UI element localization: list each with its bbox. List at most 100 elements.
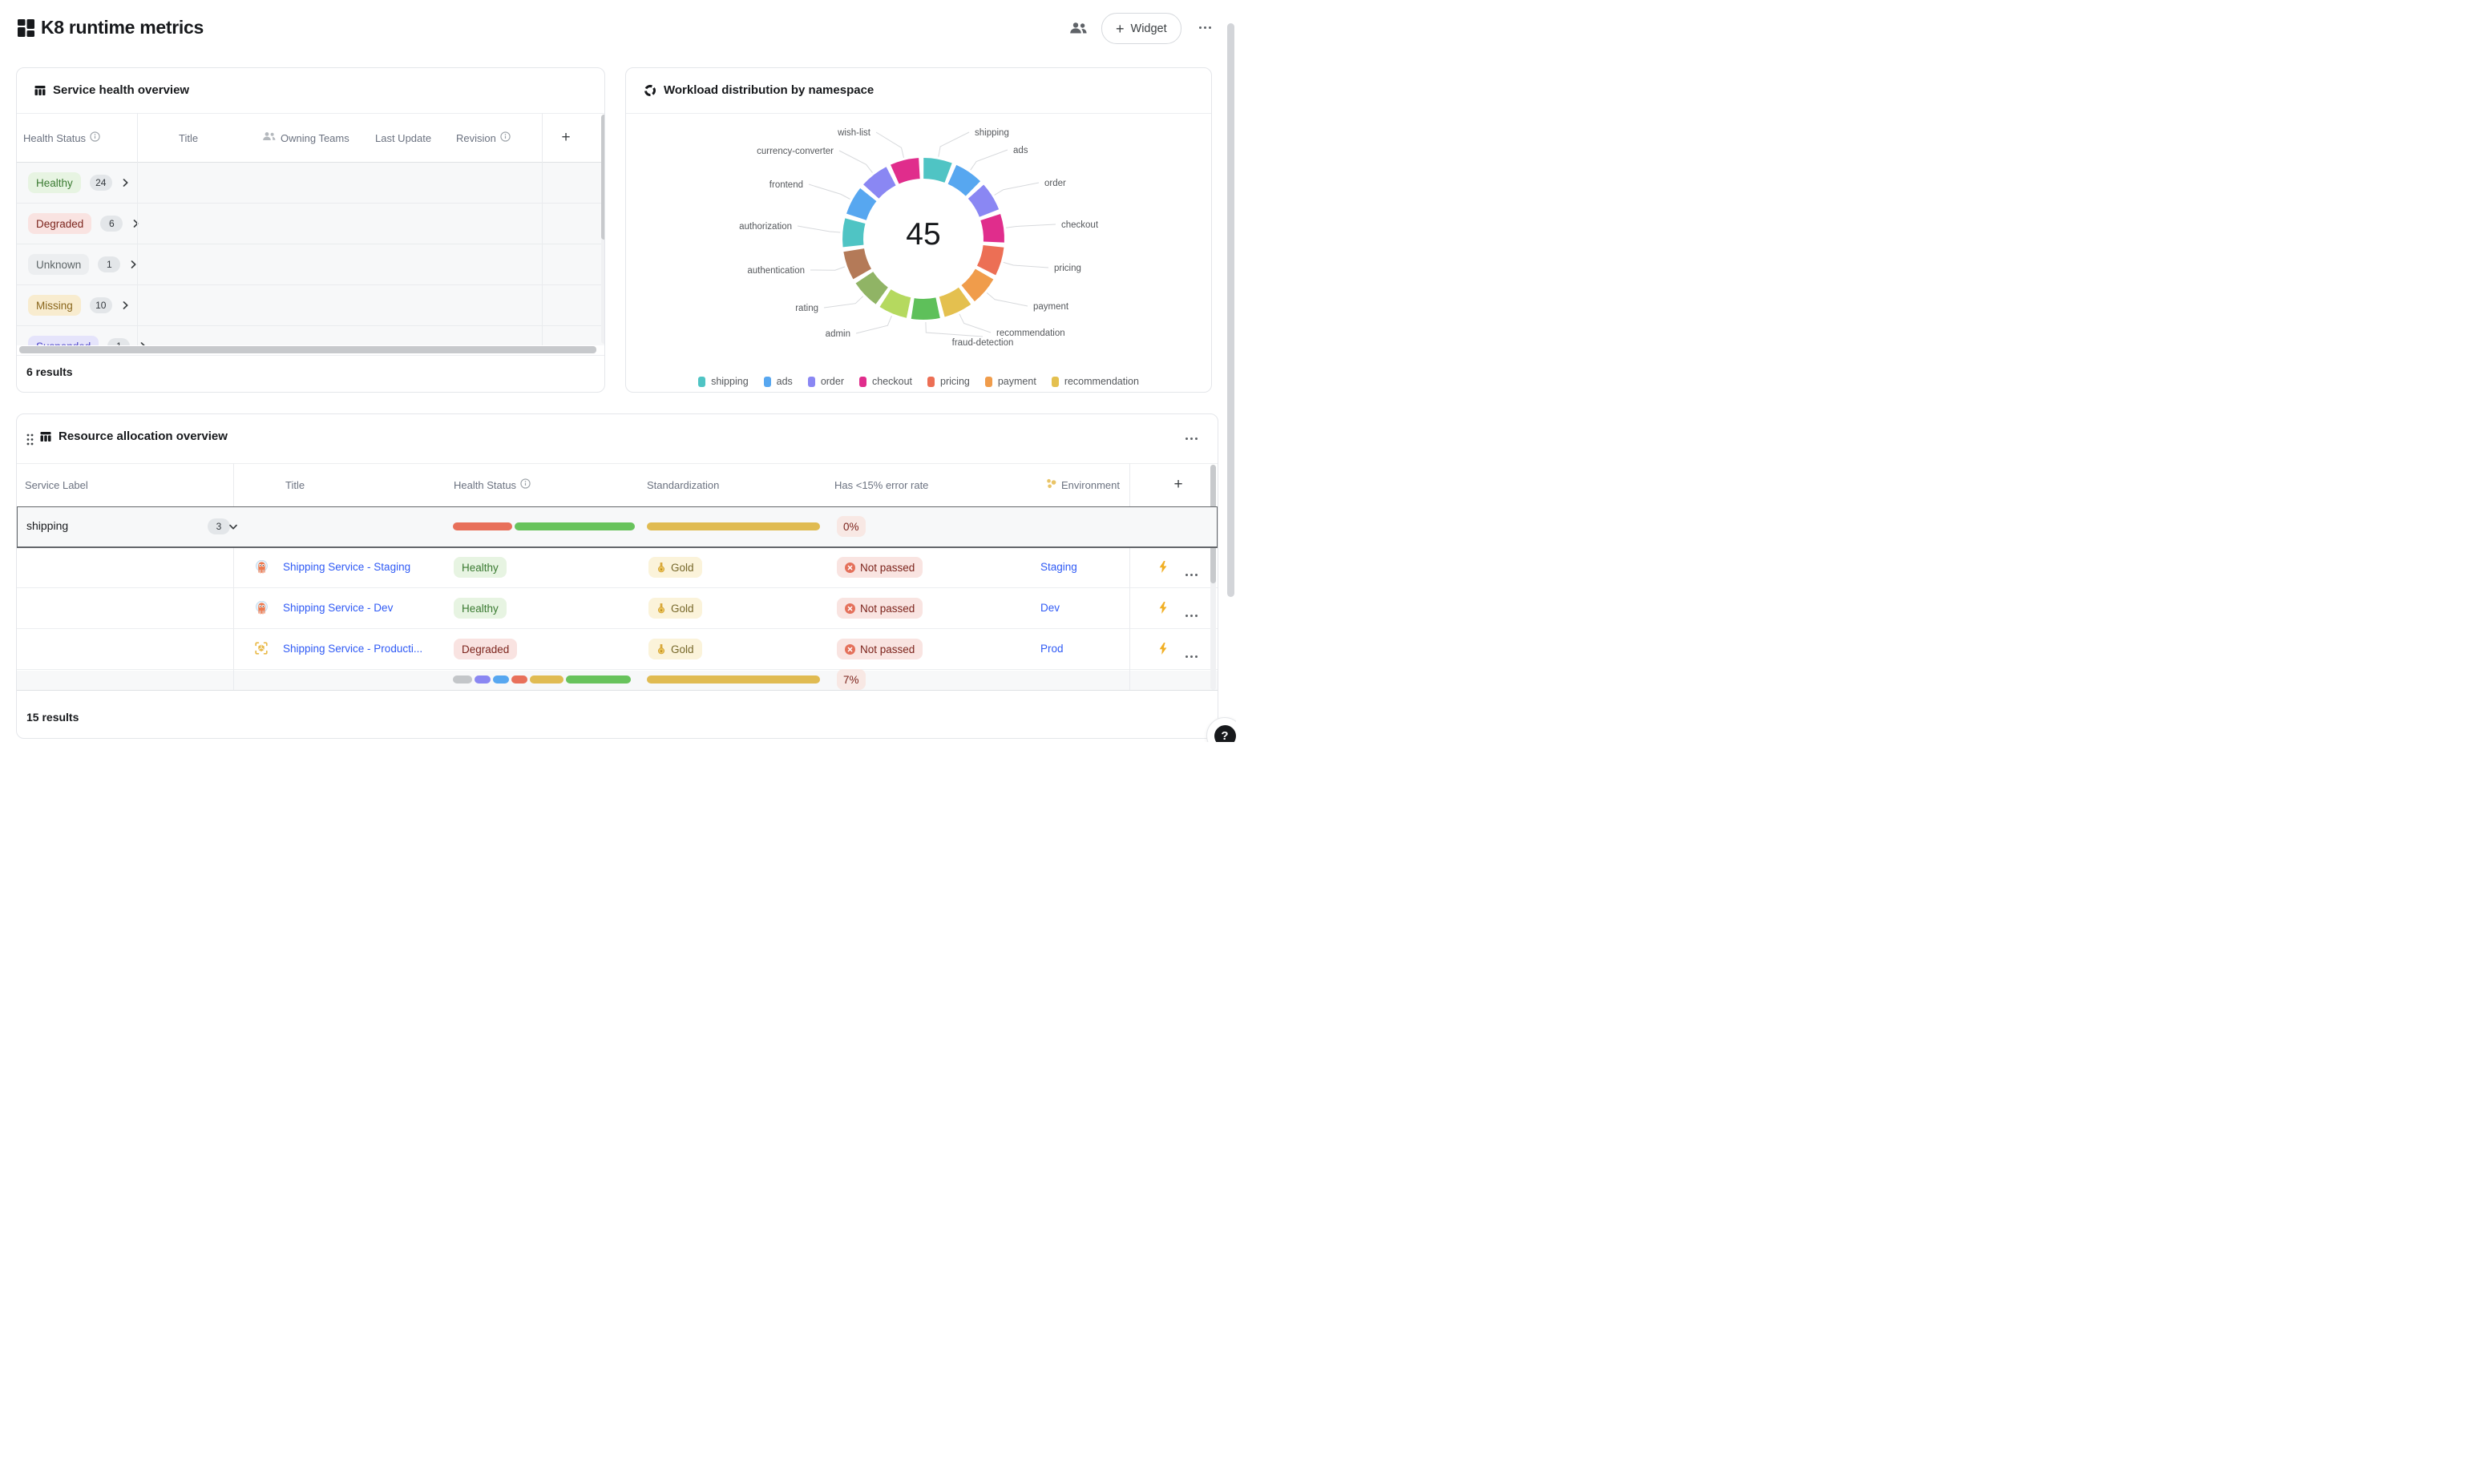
app-logo-icon	[18, 19, 35, 41]
legend-label: payment	[998, 376, 1036, 387]
legend-item-pricing[interactable]: pricing	[927, 376, 970, 387]
legend-swatch	[1052, 377, 1059, 387]
legend-item-ads[interactable]: ads	[764, 376, 793, 387]
donut-label-wish-list: wish-list	[837, 128, 871, 138]
donut-label-ads: ads	[1013, 146, 1028, 155]
donut-segment-authentication[interactable]	[854, 250, 862, 274]
add-column-button[interactable]: +	[554, 113, 578, 163]
donut-segment-fraud-detection[interactable]	[913, 308, 938, 309]
donut-leader-line	[1006, 224, 1056, 228]
page-more-menu-icon[interactable]	[1199, 26, 1211, 29]
standardization-bar	[647, 522, 820, 530]
col-health-status: Health Status	[454, 463, 531, 506]
legend-item-order[interactable]: order	[808, 376, 844, 387]
table-hscroll-thumb[interactable]	[19, 346, 596, 353]
legend-swatch	[927, 377, 935, 387]
group-count-badge: 3	[208, 518, 230, 534]
legend-label: checkout	[872, 376, 912, 387]
expand-group-button[interactable]	[121, 300, 130, 310]
group-row-shipping[interactable]: shipping30%	[17, 506, 1218, 547]
col-last-update: Last Update	[375, 113, 431, 163]
donut-segment-ads[interactable]	[952, 175, 973, 189]
environment-link[interactable]: Prod	[1040, 643, 1064, 655]
standardization-badge: Gold	[648, 598, 702, 619]
health-status-group-row[interactable]: Unknown1	[17, 244, 605, 285]
health-status-group-row[interactable]: Degraded 6	[17, 204, 605, 244]
donut-segment-pricing[interactable]	[987, 246, 994, 270]
health-status-group-row[interactable]: Missing10	[17, 285, 605, 326]
legend-item-checkout[interactable]: checkout	[859, 376, 912, 387]
service-row[interactable]: Shipping Service - Producti...DegradedGo…	[17, 629, 1218, 670]
legend-label: shipping	[711, 376, 749, 387]
row-more-menu-icon[interactable]	[1186, 615, 1198, 617]
donut-segment-order[interactable]	[976, 192, 990, 213]
col-title: Title	[179, 113, 198, 163]
dashboard-page: K8 runtime metrics + Widget	[0, 0, 1236, 742]
donut-segment-frontend[interactable]	[856, 195, 868, 217]
donut-segment-shipping[interactable]	[923, 168, 948, 173]
scorecard-action-button[interactable]	[1158, 643, 1168, 655]
donut-legend: shipping ads order checkout pricing payment re…	[626, 376, 1211, 387]
info-icon[interactable]	[520, 478, 531, 491]
count-badge: 6	[100, 216, 123, 232]
donut-segment-rating[interactable]	[864, 277, 882, 296]
expand-group-button[interactable]	[121, 178, 130, 188]
service-title-link[interactable]: Shipping Service - Dev	[283, 602, 393, 614]
service-health-rows: Healthy24 Degraded 6 Unknown1Missing10Suspe…	[17, 163, 605, 345]
donut-leader-line	[809, 184, 850, 200]
page-scrollbar[interactable]	[1227, 23, 1234, 597]
environment-link[interactable]: Dev	[1040, 602, 1060, 614]
col-environment: Environment	[1045, 463, 1120, 506]
donut-segment-authorization[interactable]	[853, 221, 855, 246]
share-users-icon[interactable]	[1069, 22, 1089, 39]
legend-swatch	[764, 377, 771, 387]
donut-segment-currency-converter[interactable]	[871, 176, 891, 192]
chevron-right-icon	[139, 341, 147, 345]
health-status-badge: Degraded	[454, 639, 517, 659]
error-rate-aggregate-badge: 7%	[837, 669, 866, 690]
service-row[interactable]: Shipping Service - DevHealthyGoldNot pas…	[17, 588, 1218, 629]
health-status-group-row[interactable]: Suspended1	[17, 326, 605, 345]
expand-group-button[interactable]	[139, 341, 147, 345]
donut-leader-line	[824, 296, 863, 308]
info-icon[interactable]	[500, 131, 511, 144]
legend-label: order	[821, 376, 844, 387]
scorecard-action-button[interactable]	[1158, 602, 1168, 614]
status-bar-segment	[493, 675, 509, 684]
drag-handle-icon[interactable]	[26, 434, 34, 450]
card-more-menu-icon[interactable]	[1186, 438, 1198, 440]
group-row-next[interactable]: 7%	[17, 671, 1218, 690]
donut-segment-recommendation[interactable]	[942, 296, 964, 307]
status-bar-segment	[511, 675, 527, 684]
health-status-badge: Healthy	[454, 557, 507, 578]
status-badge: Degraded	[28, 213, 91, 234]
legend-item-payment[interactable]: payment	[985, 376, 1036, 387]
table-vscroll-thumb[interactable]	[601, 115, 605, 240]
scorecard-action-button[interactable]	[1158, 561, 1168, 573]
add-column-button[interactable]: +	[1166, 463, 1190, 506]
health-status-group-row[interactable]: Healthy24	[17, 163, 605, 204]
page-title: K8 runtime metrics	[41, 17, 204, 38]
collapse-group-button[interactable]	[228, 522, 238, 531]
service-title-link[interactable]: Shipping Service - Staging	[283, 561, 410, 573]
results-count: 6 results	[26, 365, 73, 378]
donut-segment-admin[interactable]	[886, 298, 909, 308]
donut-leader-line	[810, 267, 845, 270]
col-health-status: Health Status	[23, 113, 100, 163]
service-row[interactable]: Shipping Service - StagingHealthyGoldNot…	[17, 547, 1218, 588]
health-status-badge: Healthy	[454, 598, 507, 619]
environment-link[interactable]: Staging	[1040, 561, 1077, 573]
info-icon[interactable]	[90, 131, 100, 144]
service-title-link[interactable]: Shipping Service - Producti...	[283, 643, 422, 655]
medal-icon	[656, 644, 666, 655]
legend-item-shipping[interactable]: shipping	[698, 376, 749, 387]
row-more-menu-icon[interactable]	[1186, 574, 1198, 576]
donut-segment-payment[interactable]	[968, 274, 984, 293]
donut-segment-checkout[interactable]	[991, 217, 994, 242]
question-mark-icon: ?	[1214, 725, 1236, 743]
legend-item-recommendation[interactable]: recommendation	[1052, 376, 1139, 387]
add-widget-button[interactable]: + Widget	[1101, 13, 1181, 44]
row-more-menu-icon[interactable]	[1186, 655, 1198, 658]
donut-segment-wish-list[interactable]	[895, 168, 919, 174]
expand-group-button[interactable]	[131, 219, 140, 228]
